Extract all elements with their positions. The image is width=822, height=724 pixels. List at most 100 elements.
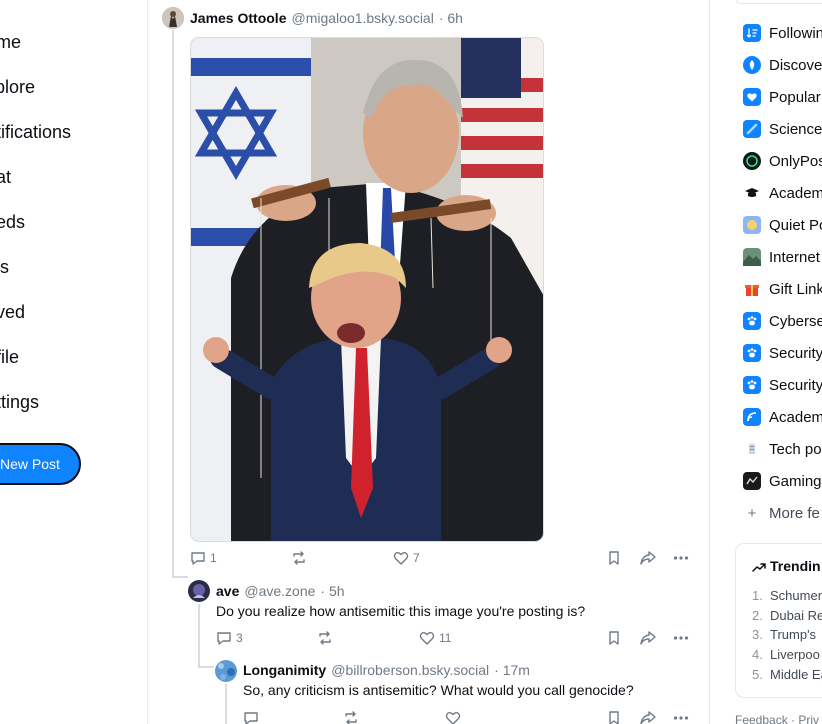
feed-link-popular[interactable]: Popular <box>743 88 821 106</box>
feed-link-gift[interactable]: Gift Link <box>743 280 822 298</box>
feed-link-security-2[interactable]: Security <box>743 376 822 394</box>
bookmark-button[interactable] <box>606 550 622 566</box>
plus-icon: + <box>743 504 761 522</box>
more-options-button[interactable] <box>673 550 689 566</box>
feed-link-academ[interactable]: Academ <box>743 184 822 202</box>
more-icon <box>673 716 689 720</box>
gaming-icon <box>743 472 761 490</box>
avatar[interactable] <box>188 580 210 602</box>
heart-icon <box>393 552 409 565</box>
reply-button[interactable] <box>243 710 263 724</box>
nav-explore[interactable]: xplore <box>0 77 35 98</box>
author-handle[interactable]: @ave.zone <box>244 583 315 599</box>
like-button[interactable]: 11 <box>419 630 451 646</box>
repost-button[interactable] <box>343 710 363 724</box>
nav-settings[interactable]: ettings <box>0 392 39 413</box>
more-options-button[interactable] <box>673 630 689 646</box>
trending-item[interactable]: 1. Schumer <box>752 588 822 603</box>
more-icon <box>673 636 689 640</box>
reply-button[interactable]: 3 <box>216 630 243 646</box>
feed-label: Academ <box>769 408 822 426</box>
feed-link-following[interactable]: Followin <box>743 24 822 42</box>
author-name[interactable]: James Ottoole <box>190 10 286 26</box>
trending-item[interactable]: 3. Trump's <box>752 627 816 642</box>
new-post-button[interactable]: New Post <box>0 443 81 485</box>
thread-line-3 <box>225 684 227 724</box>
share-button[interactable] <box>639 550 657 566</box>
feed-link-science[interactable]: Science <box>743 120 822 138</box>
feed-label: Science <box>769 120 822 138</box>
more-feeds-link[interactable]: + More fe <box>743 504 820 522</box>
feed-label: Quiet Po <box>769 216 822 234</box>
trending-item[interactable]: 4. Liverpoo <box>752 647 820 662</box>
share-icon <box>640 551 656 565</box>
feed-link-tech[interactable]: Tech po <box>743 440 822 458</box>
feed-label: Gift Link <box>769 280 822 298</box>
footer-links[interactable]: Feedback · Priv <box>735 713 819 724</box>
trending-title: Trendin <box>752 558 821 574</box>
discover-icon <box>743 56 761 74</box>
trending-rank: 3. <box>752 627 763 642</box>
mortarboard-icon <box>743 184 761 202</box>
heart-icon <box>445 712 461 724</box>
search-box-edge[interactable] <box>736 0 822 4</box>
feed-link-academ-2[interactable]: Academ <box>743 408 822 426</box>
like-button[interactable] <box>445 710 465 724</box>
repost-button[interactable] <box>291 550 311 566</box>
feed-link-discover[interactable]: Discove <box>743 56 822 74</box>
more-options-button[interactable] <box>673 710 689 724</box>
feed-label: Academ <box>769 184 822 202</box>
feed-link-quiet[interactable]: Quiet Po <box>743 216 822 234</box>
like-button[interactable]: 7 <box>393 550 420 566</box>
ring-icon <box>743 152 761 170</box>
nav-saved[interactable]: aved <box>0 302 25 323</box>
trending-label: Dubai Re <box>770 608 822 623</box>
thread-line-1 <box>172 30 174 578</box>
following-icon <box>743 24 761 42</box>
trending-arrow-icon <box>752 563 766 573</box>
trending-rank: 2. <box>752 608 763 623</box>
repost-icon <box>345 711 357 724</box>
post-text: Do you realize how antisemitic this imag… <box>216 603 586 619</box>
post-text: So, any criticism is antisemitic? What w… <box>243 682 634 698</box>
author-name[interactable]: ave <box>216 583 239 599</box>
trending-rank: 5. <box>752 667 763 682</box>
post-header: James Ottoole @migaloo1.bsky.social · 6h <box>190 10 463 26</box>
bookmark-button[interactable] <box>606 710 622 724</box>
share-button[interactable] <box>639 630 657 646</box>
reply-button[interactable]: 1 <box>190 550 217 566</box>
divider-right <box>709 0 710 724</box>
trending-item[interactable]: 5. Middle Ea <box>752 667 822 682</box>
bookmark-button[interactable] <box>606 630 622 646</box>
paw-icon <box>743 312 761 330</box>
nav-notifications[interactable]: otifications <box>0 122 71 143</box>
share-button[interactable] <box>639 710 657 724</box>
post-actions <box>243 710 710 724</box>
avatar-ave-icon <box>188 580 210 602</box>
reply-count: 3 <box>236 631 243 645</box>
nav-chat[interactable]: hat <box>0 167 11 188</box>
author-handle[interactable]: @billroberson.bsky.social <box>331 662 489 678</box>
bookmark-icon <box>609 631 619 645</box>
feed-link-onlyposts[interactable]: OnlyPos <box>743 152 822 170</box>
avatar[interactable] <box>215 660 237 682</box>
share-icon <box>640 711 656 724</box>
avatar[interactable] <box>162 7 184 29</box>
author-handle[interactable]: @migaloo1.bsky.social <box>291 10 433 26</box>
feed-link-security-1[interactable]: Security <box>743 344 822 362</box>
trending-rank: 4. <box>752 647 763 662</box>
reply-icon <box>244 712 258 724</box>
feed-link-gaming[interactable]: Gaming <box>743 472 822 490</box>
repost-button[interactable] <box>317 630 337 646</box>
feed-link-internet[interactable]: Internet <box>743 248 820 266</box>
trending-item[interactable]: 2. Dubai Re <box>752 608 822 623</box>
nav-home[interactable]: ome <box>0 32 21 53</box>
nav-lists[interactable]: sts <box>0 257 9 278</box>
feed-link-cybersec[interactable]: Cyberse <box>743 312 822 330</box>
nav-profile[interactable]: ofile <box>0 347 19 368</box>
post-image[interactable] <box>190 37 544 542</box>
thread-line-2 <box>198 604 200 668</box>
nav-feeds[interactable]: eeds <box>0 212 25 233</box>
author-name[interactable]: Longanimity <box>243 662 326 678</box>
feed-label: OnlyPos <box>769 152 822 170</box>
